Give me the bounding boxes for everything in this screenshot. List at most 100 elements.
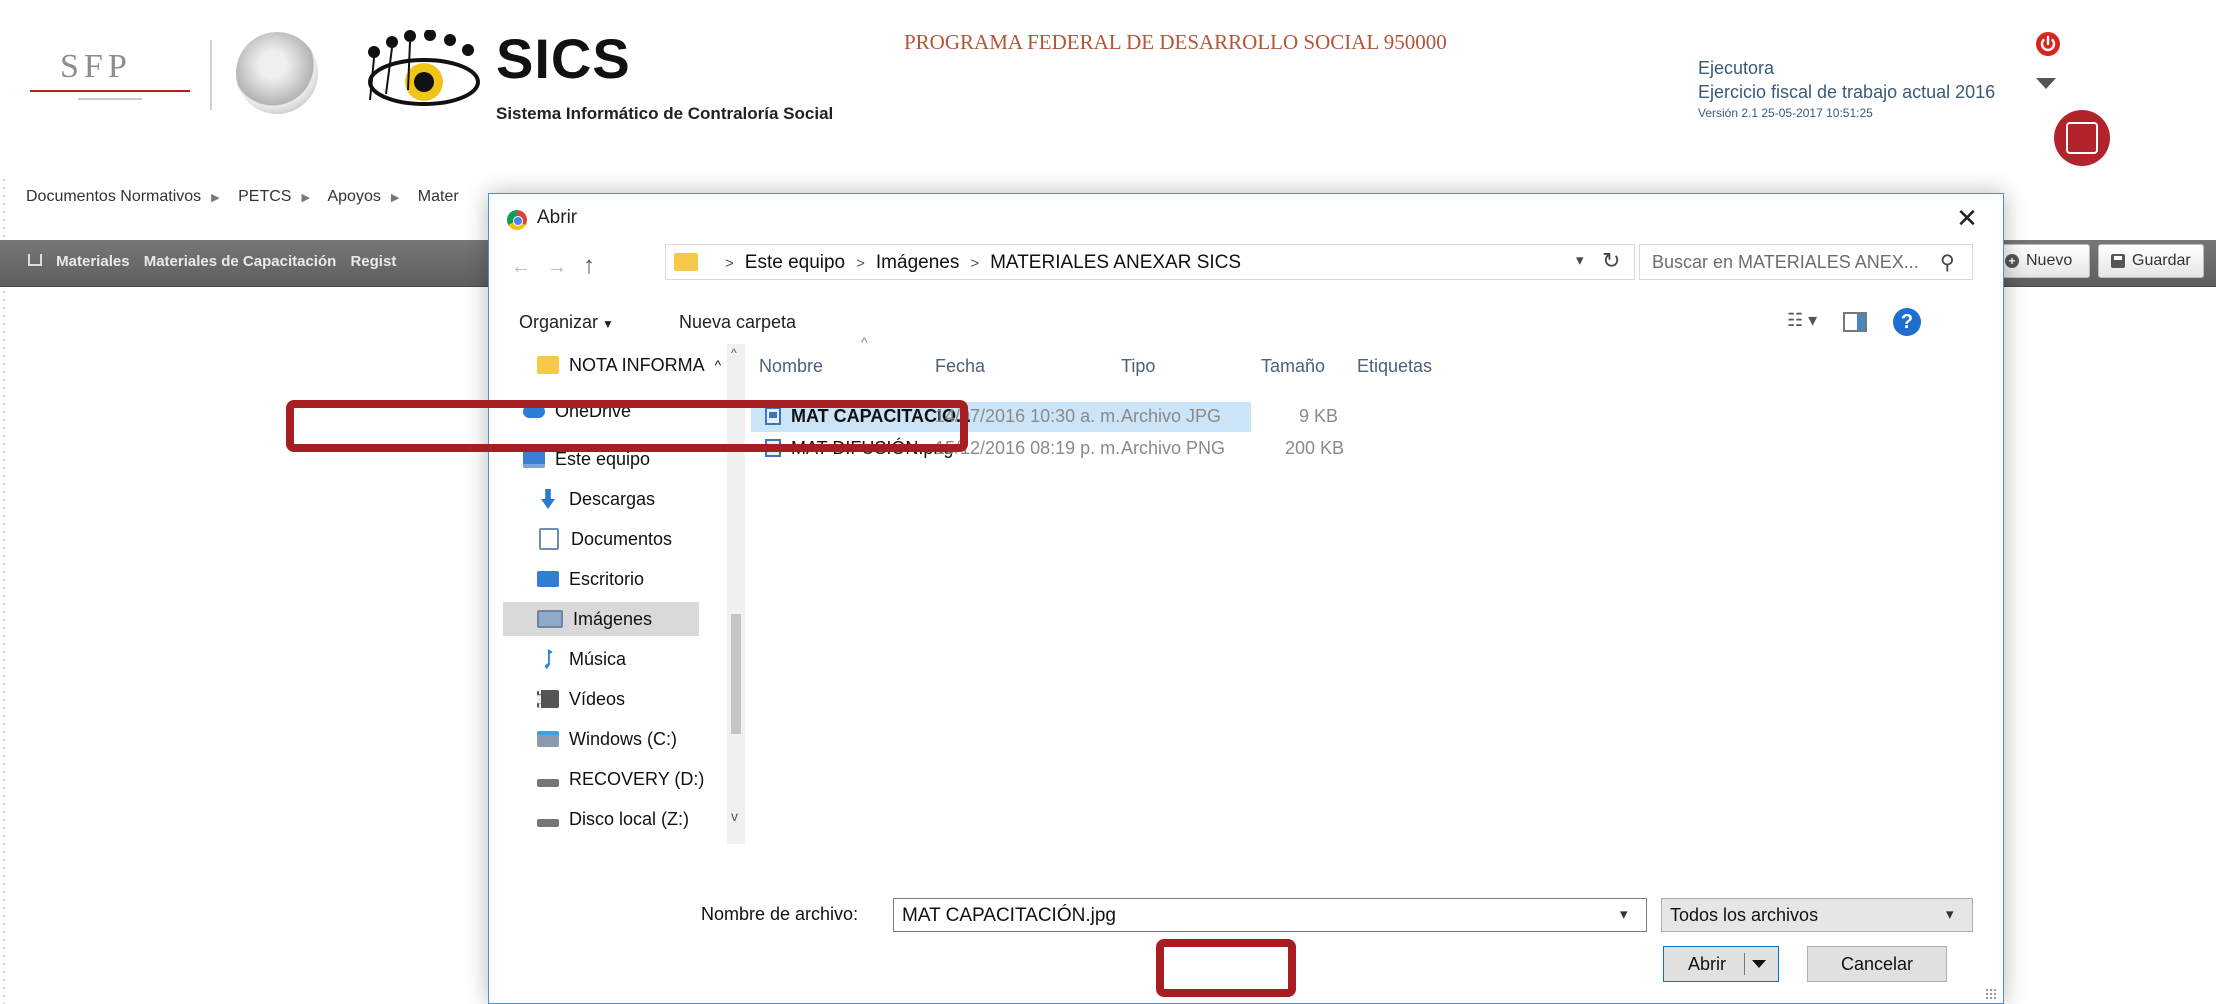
path-segment[interactable]: Este equipo [745, 252, 845, 273]
view-options-icon[interactable]: ☷ ▾ [1787, 310, 1817, 331]
nav-pane-item-nota-informa[interactable]: NOTA INFORMA ^ [537, 348, 721, 382]
filetype-select[interactable]: Todos los archivos ▾ [1661, 898, 1973, 932]
column-header-tags[interactable]: Etiquetas [1357, 356, 1432, 377]
open-file-dialog: Abrir ✕ ← → ↑ > Este equipo > Imágenes > MATE… [488, 193, 2004, 1004]
address-bar[interactable]: > Este equipo > Imágenes > MATERIALES ANEXAR … [665, 244, 1635, 280]
file-type: Archivo JPG [1121, 406, 1222, 426]
chevron-down-icon[interactable] [1752, 960, 1766, 968]
sort-ascending-icon: ^ [861, 334, 868, 350]
column-header-name[interactable]: Nombre [759, 356, 823, 377]
chevron-down-icon: ▼ [602, 317, 614, 331]
nav-pane-item-label: Vídeos [569, 688, 626, 709]
filename-label: Nombre de archivo: [701, 904, 859, 924]
save-button[interactable]: Guardar [2098, 244, 2204, 278]
open-button-label: Abrir [1688, 954, 1727, 974]
document-icon [539, 528, 559, 550]
organize-menu-button[interactable]: Organizar ▼ [519, 312, 614, 333]
mexico-seal-logo [236, 32, 318, 114]
column-header-date[interactable]: Fecha [935, 356, 985, 377]
up-arrow-icon[interactable]: ↑ [583, 252, 595, 280]
nav-pane-item-musica[interactable]: Música [537, 642, 626, 676]
nav-separator-icon: ▶ [211, 192, 220, 204]
drive-c-icon [537, 731, 559, 747]
nav-pane-item-documentos[interactable]: Documentos [537, 522, 672, 556]
nav-pane-item-label: RECOVERY (D:) [569, 768, 705, 789]
nav-pane-item-escritorio[interactable]: Escritorio [537, 562, 644, 596]
search-input[interactable] [1650, 251, 1934, 274]
user-role: Ejecutora [1698, 58, 1775, 78]
new-button[interactable]: + Nuevo [1992, 244, 2090, 278]
nav-apoyos[interactable]: Apoyos [327, 188, 380, 205]
filename-input[interactable]: MAT CAPACITACIÓN.jpg ▾ [893, 898, 1647, 932]
filename-value: MAT CAPACITACIÓN.jpg [902, 905, 1116, 926]
drive-icon [537, 819, 559, 827]
search-icon: ⚲ [1940, 252, 1955, 274]
home-icon[interactable] [28, 254, 42, 266]
version-info: Versión 2.1 25-05-2017 10:51:25 [1698, 106, 1873, 120]
nav-pane-item-videos[interactable]: Vídeos [537, 682, 625, 716]
sfp-logo-underline-secondary [78, 98, 142, 100]
breadcrumb-item[interactable]: Regist [350, 253, 396, 270]
nav-documentos-normativos[interactable]: Documentos Normativos [26, 188, 201, 205]
chevron-down-icon[interactable]: ▾ [1620, 905, 1628, 923]
close-icon[interactable]: ✕ [1949, 202, 1985, 234]
chevron-down-icon[interactable]: ▾ [1576, 251, 1584, 269]
path-segment[interactable]: Imágenes [876, 252, 959, 273]
nav-pane-item-descargas[interactable]: Descargas [537, 482, 655, 516]
nav-petcs[interactable]: PETCS [238, 188, 291, 205]
nav-pane-item-windows-c[interactable]: Windows (C:) [537, 722, 677, 756]
program-title: PROGRAMA FEDERAL DE DESARROLLO SOCIAL 95… [904, 30, 1447, 54]
desktop-icon [537, 571, 559, 587]
column-header-type[interactable]: Tipo [1121, 356, 1155, 377]
filetype-value: Todos los archivos [1670, 905, 1819, 925]
chevron-down-icon: ▾ [1946, 906, 1954, 923]
forward-arrow-icon[interactable]: → [547, 256, 567, 279]
nav-separator-icon: ▶ [390, 192, 400, 204]
folder-icon [537, 356, 559, 374]
highlight-selected-file [286, 400, 968, 452]
organize-label: Organizar [519, 312, 599, 332]
preview-pane-icon[interactable] [1843, 312, 1867, 332]
highlight-open-button [1156, 939, 1296, 997]
resize-grip-icon[interactable] [1985, 988, 1997, 1000]
music-icon [544, 649, 553, 669]
nav-pane-item-imagenes[interactable]: Imágenes [503, 602, 699, 636]
app-title: SICS [496, 27, 631, 90]
manual-download-icon[interactable] [2054, 110, 2110, 166]
power-icon[interactable] [2034, 30, 2062, 58]
video-icon [537, 690, 559, 708]
cancel-button[interactable]: Cancelar [1807, 946, 1947, 982]
refresh-icon[interactable]: ↻ [1602, 248, 1620, 274]
nav-materiales[interactable]: Mater [418, 188, 459, 205]
back-arrow-icon[interactable]: ← [511, 256, 531, 279]
sfp-logo: SFP [30, 40, 190, 110]
scroll-down-icon[interactable]: v [731, 808, 738, 824]
nav-pane-item-label: Disco local (Z:) [569, 808, 690, 829]
nav-pane-item-label: Imágenes [573, 608, 653, 629]
main-nav: Documentos Normativos ▶ PETCS ▶ Apoyos ▶ Ma… [26, 188, 469, 206]
user-menu-caret-icon[interactable] [2036, 78, 2056, 89]
search-box[interactable]: ⚲ [1639, 244, 1973, 280]
manual-badge-frame [2066, 122, 2098, 154]
sfp-logo-text: SFP [60, 48, 132, 85]
save-icon [2111, 254, 2125, 268]
new-button-label: Nuevo [2026, 252, 2073, 269]
breadcrumb-item[interactable]: Materiales de Capacitación [144, 253, 337, 270]
open-button[interactable]: Abrir [1663, 946, 1779, 982]
sfp-logo-underline [30, 90, 190, 92]
nav-pane-item-recovery-d[interactable]: RECOVERY (D:) [537, 762, 704, 796]
column-header-size[interactable]: Tamaño [1261, 356, 1325, 377]
folder-icon [674, 253, 698, 271]
help-icon[interactable]: ? [1893, 308, 1921, 336]
path-segment[interactable]: MATERIALES ANEXAR SICS [990, 252, 1241, 273]
chevron-right-icon: > [725, 255, 734, 272]
scrollbar-thumb[interactable] [731, 614, 741, 734]
breadcrumb-item[interactable]: Materiales [56, 253, 129, 270]
plus-circle-icon: + [2005, 254, 2019, 268]
scroll-up-icon[interactable]: ^ [731, 346, 737, 360]
nav-pane-item-disco-local-z[interactable]: Disco local (Z:) [537, 802, 689, 836]
new-folder-button[interactable]: Nueva carpeta [679, 312, 796, 333]
app-subtitle: Sistema Informático de Contraloría Socia… [496, 104, 834, 123]
nav-pane-item-label: Windows (C:) [569, 728, 678, 749]
pictures-icon [537, 610, 563, 628]
